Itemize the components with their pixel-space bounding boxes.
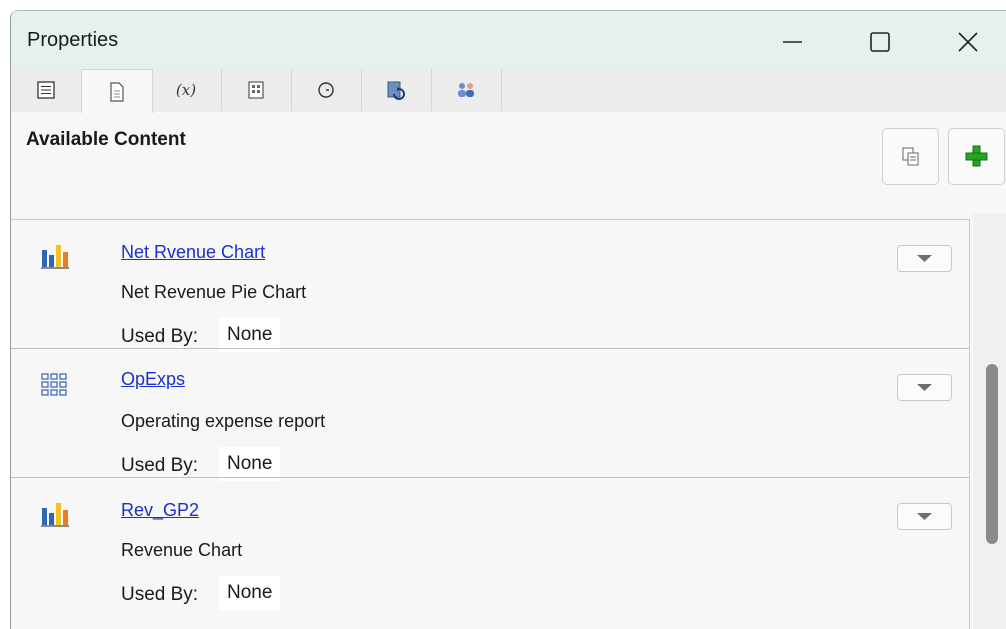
chevron-down-icon [917,384,932,391]
tab-refresh[interactable] [361,69,432,111]
used-by-value: None [219,576,281,610]
tab-list[interactable] [11,69,82,111]
available-content-heading: Available Content [26,129,186,150]
chevron-down-icon [917,513,932,520]
document-icon [110,81,124,102]
tab-document[interactable] [81,69,153,113]
tab-strip: (x) [11,69,1006,113]
minimize-button[interactable] [769,18,815,64]
window-title: Properties [27,29,119,51]
refresh-document-icon [387,81,405,100]
tab-users[interactable] [431,69,502,111]
content-name-link[interactable]: Net Rvenue Chart [121,242,265,263]
used-by-label: Used By: [121,584,199,605]
close-icon [958,32,978,52]
item-menu-dropdown[interactable] [897,503,952,530]
copy-content-button[interactable] [882,128,939,185]
maximize-button[interactable] [857,18,903,64]
report-icon [248,81,264,99]
item-menu-dropdown[interactable] [897,374,952,401]
tab-schedule[interactable] [291,69,362,111]
copy-icon [902,147,919,166]
content-description: Net Revenue Pie Chart [121,282,307,302]
content-name-link[interactable]: OpExps [121,369,185,390]
used-by-value: None [219,447,281,481]
chevron-down-icon [917,255,932,262]
list-item: Rev_GP2 Revenue Chart Used By: None [11,478,969,610]
clock-icon [318,82,334,98]
used-by-value: None [219,318,281,352]
properties-window: Properties (x) Available Content Net Rve… [10,10,1006,629]
users-icon [458,83,474,97]
used-by-label: Used By: [121,455,199,476]
content-description: Revenue Chart [121,540,243,560]
grid-report-icon [40,372,70,402]
minimize-icon [783,41,802,43]
title-bar: Properties [11,11,1006,69]
content-name-link[interactable]: Rev_GP2 [121,500,199,521]
tab-report[interactable] [221,69,292,111]
close-button[interactable] [944,18,990,64]
variable-icon: (x) [175,81,197,99]
list-item: Net Rvenue Chart Net Revenue Pie Chart U… [11,220,969,352]
plus-icon [965,145,988,167]
bar-chart-icon [40,243,70,273]
list-item: OpExps Operating expense report Used By:… [11,349,969,481]
tab-variables[interactable]: (x) [151,69,222,111]
content-list: Net Rvenue Chart Net Revenue Pie Chart U… [11,219,970,629]
add-content-button[interactable] [948,128,1005,185]
bar-chart-icon [40,501,70,531]
content-description: Operating expense report [121,411,326,431]
scrollbar-thumb[interactable] [986,364,998,544]
list-icon [37,81,55,99]
item-menu-dropdown[interactable] [897,245,952,272]
maximize-icon [870,32,890,52]
used-by-label: Used By: [121,326,199,347]
